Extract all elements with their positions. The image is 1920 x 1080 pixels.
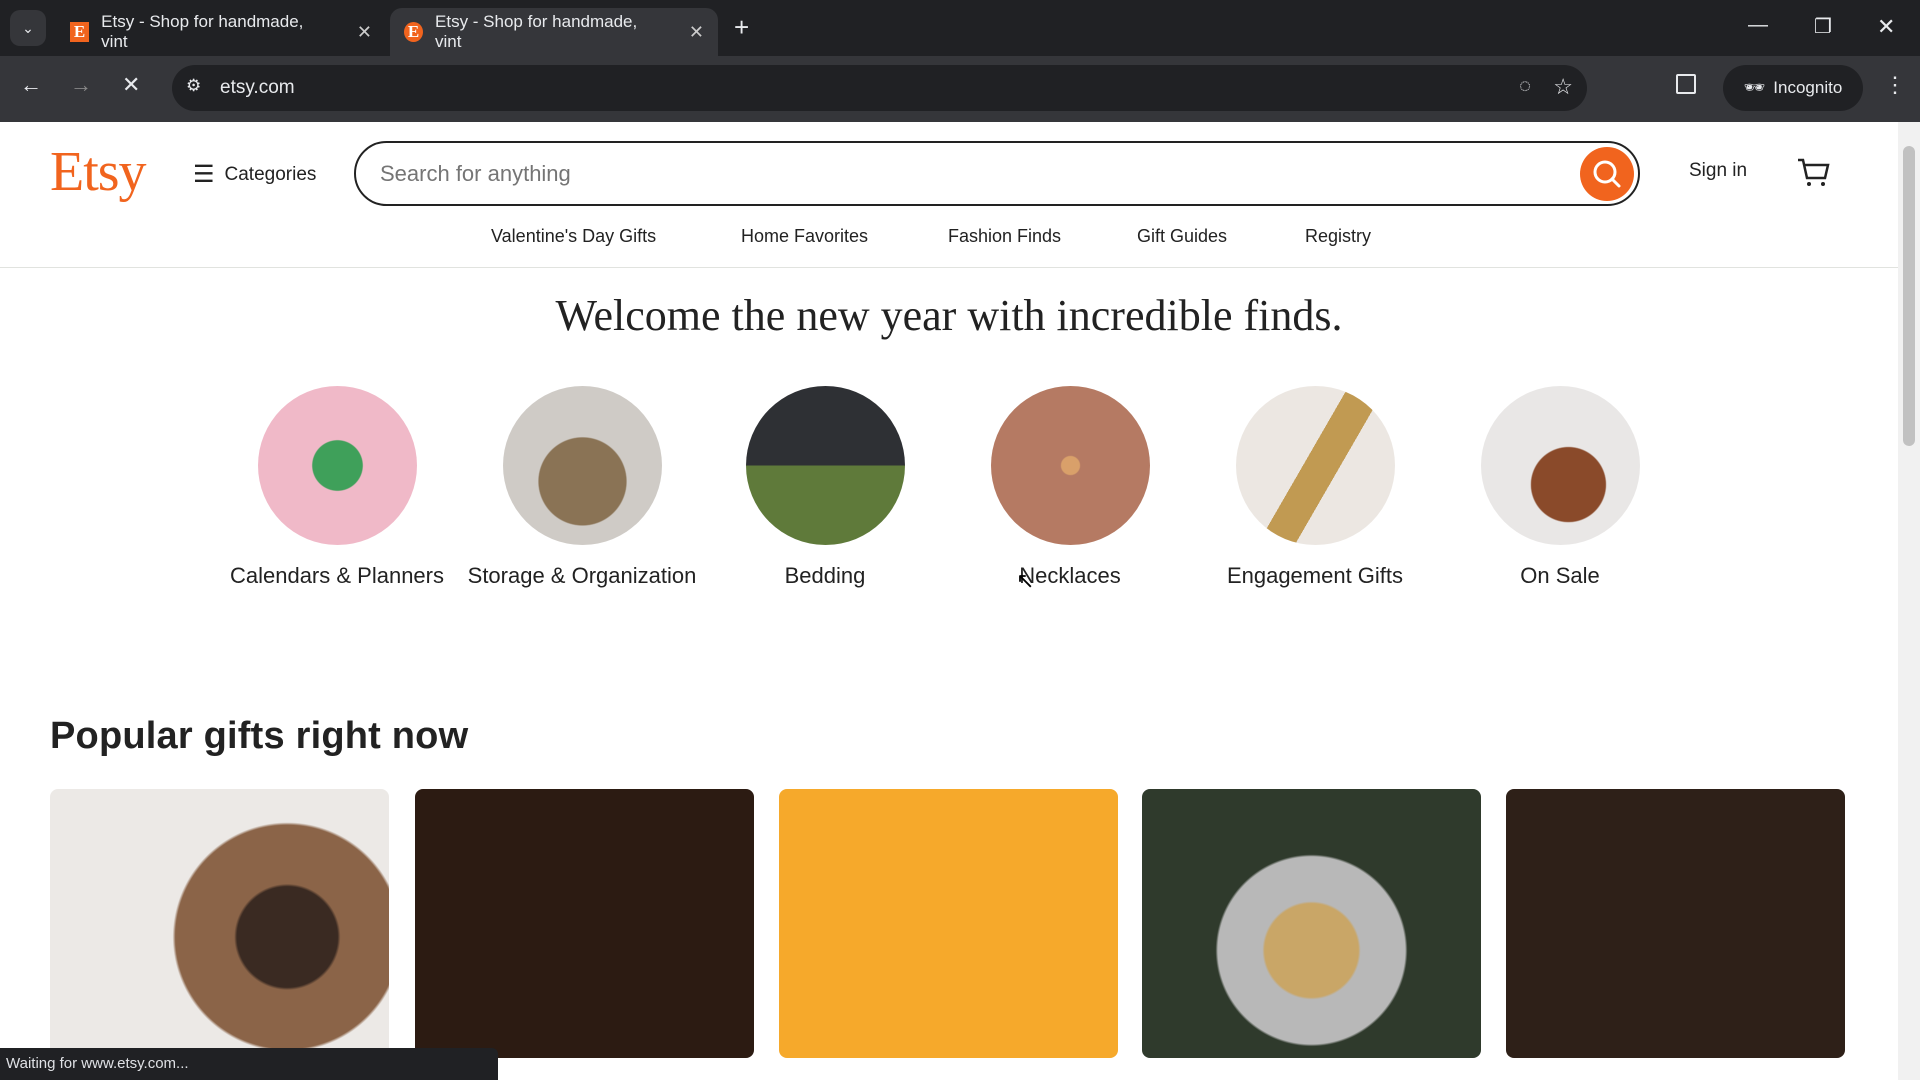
tab-title: Etsy - Shop for handmade, vint (101, 12, 304, 51)
side-panel-icon[interactable] (1676, 74, 1696, 94)
product-card-image[interactable] (1142, 789, 1481, 1058)
cart-icon[interactable] (1796, 156, 1830, 193)
close-window-icon[interactable]: ✕ (1877, 14, 1895, 40)
incognito-indicator[interactable]: 🕶 Incognito (1723, 65, 1863, 111)
category-image-engagement-gifts[interactable] (1236, 386, 1395, 545)
product-card-image[interactable] (50, 789, 389, 1058)
etsy-favicon-icon: E (70, 22, 90, 42)
close-tab-icon[interactable]: ✕ (689, 22, 704, 43)
category-image-storage[interactable] (503, 386, 662, 545)
back-icon[interactable]: ← (20, 72, 42, 98)
status-bar: Waiting for www.etsy.com... (0, 1048, 498, 1080)
address-bar[interactable]: ⚙ etsy.com ◌ ☆ (172, 65, 1587, 111)
restore-icon[interactable]: ❐ (1814, 14, 1832, 39)
categories-label: Categories (224, 163, 317, 185)
nav-gift-guides[interactable]: Gift Guides (1137, 226, 1227, 247)
nav-fashion-finds[interactable]: Fashion Finds (948, 226, 1061, 247)
browser-toolbar: ← → ✕ ⚙ etsy.com ◌ ☆ 🕶 Incognito ⋮ (0, 56, 1920, 122)
forward-icon[interactable]: → (70, 72, 92, 98)
section-heading: Popular gifts right now (50, 715, 469, 757)
loading-favicon-icon: E (404, 22, 424, 42)
incognito-label: Incognito (1773, 78, 1843, 97)
incognito-icon: 🕶 (1743, 78, 1766, 97)
etsy-logo[interactable]: Etsy (50, 140, 147, 204)
scrollbar-thumb[interactable] (1903, 146, 1915, 446)
tab-1[interactable]: E Etsy - Shop for handmade, vint ✕ (56, 8, 386, 56)
category-label[interactable]: On Sale (1440, 562, 1680, 590)
product-card-image[interactable] (779, 789, 1118, 1058)
eye-off-icon[interactable]: ◌ (1519, 75, 1531, 98)
category-label[interactable]: Storage & Organization (462, 562, 702, 590)
nav-home-favorites[interactable]: Home Favorites (741, 226, 868, 247)
sign-in-link[interactable]: Sign in (1689, 160, 1747, 182)
category-image-on-sale[interactable] (1481, 386, 1640, 545)
bookmark-star-icon[interactable]: ☆ (1553, 74, 1573, 100)
tab-search-button[interactable]: ⌄ (10, 10, 46, 46)
product-card-image[interactable] (415, 789, 754, 1058)
search-icon (1593, 160, 1621, 188)
header-divider (0, 267, 1898, 268)
tab-bar: ⌄ E Etsy - Shop for handmade, vint ✕ E E… (0, 0, 1920, 56)
close-tab-icon[interactable]: ✕ (357, 22, 372, 43)
category-image-necklaces[interactable] (991, 386, 1150, 545)
category-image-calendars[interactable] (258, 386, 417, 545)
site-info-icon[interactable]: ⚙ (186, 76, 201, 96)
page-scrollbar[interactable] (1898, 122, 1920, 1080)
nav-valentines-day-gifts[interactable]: Valentine's Day Gifts (491, 226, 656, 247)
search-input[interactable]: Search for anything (354, 141, 1640, 206)
tab-2-active[interactable]: E Etsy - Shop for handmade, vint ✕ (390, 8, 718, 56)
menu-kebab-icon[interactable]: ⋮ (1884, 72, 1906, 98)
hero-heading: Welcome the new year with incredible fin… (555, 291, 1343, 340)
new-tab-icon[interactable]: + (734, 12, 749, 43)
search-placeholder: Search for anything (380, 160, 571, 186)
tab-title: Etsy - Shop for handmade, vint (435, 12, 638, 51)
category-label[interactable]: Engagement Gifts (1195, 562, 1435, 590)
minimize-icon[interactable]: — (1748, 14, 1768, 37)
category-label[interactable]: Calendars & Planners (217, 562, 457, 590)
product-card-image[interactable] (1506, 789, 1845, 1058)
stop-loading-icon[interactable]: ✕ (122, 72, 140, 98)
category-label[interactable]: Bedding (705, 562, 945, 590)
search-button[interactable] (1580, 147, 1634, 201)
nav-registry[interactable]: Registry (1305, 226, 1371, 247)
category-label[interactable]: Necklaces (950, 562, 1190, 590)
categories-button[interactable]: ☰ Categories (193, 160, 316, 189)
url-text: etsy.com (220, 77, 295, 98)
mouse-cursor-icon: ↖ (1016, 568, 1035, 593)
category-image-bedding[interactable] (746, 386, 905, 545)
hamburger-icon: ☰ (193, 161, 215, 188)
